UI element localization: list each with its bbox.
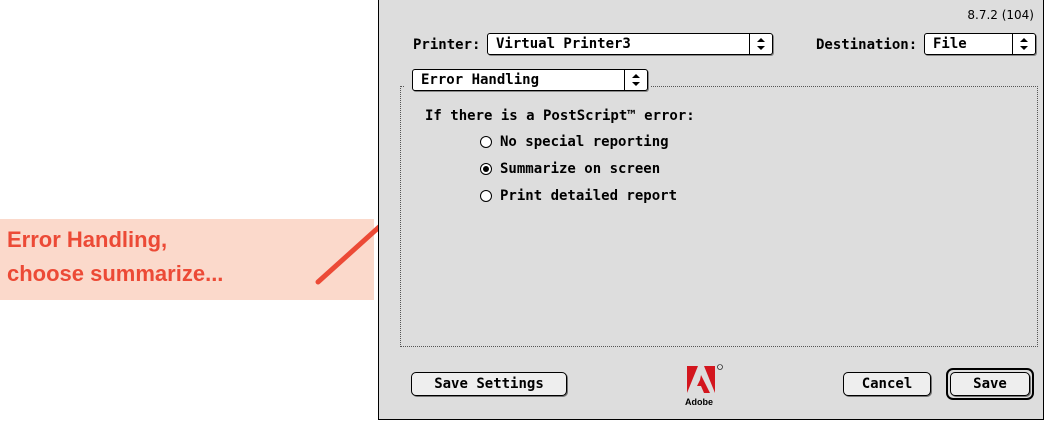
radio-button-selected[interactable]	[480, 163, 492, 175]
version-label: 8.7.2 (104)	[967, 8, 1034, 22]
printer-value: Virtual Printer3	[496, 36, 631, 52]
svg-text:Adobe: Adobe	[685, 397, 713, 407]
cancel-button[interactable]: Cancel	[843, 372, 931, 396]
radio-label: Print detailed report	[500, 188, 678, 204]
options-group	[400, 86, 1038, 347]
popup-arrows-icon	[1012, 34, 1035, 54]
radio-button[interactable]	[480, 190, 492, 202]
printer-label: Printer:	[413, 37, 481, 53]
radio-button[interactable]	[480, 136, 492, 148]
destination-label: Destination:	[816, 37, 918, 53]
popup-arrows-icon	[749, 34, 772, 54]
question-label: If there is a PostScript™ error:	[425, 108, 695, 124]
destination-value: File	[933, 36, 967, 52]
annotation-callout: Error Handling, choose summarize...	[0, 219, 374, 300]
radio-label: No special reporting	[500, 134, 669, 150]
save-button[interactable]: Save	[950, 372, 1030, 396]
annotation-line-2: choose summarize...	[7, 261, 224, 286]
popup-arrows-icon	[624, 70, 647, 90]
section-value: Error Handling	[421, 72, 540, 88]
print-dialog: 8.7.2 (104) Printer: Virtual Printer3 De…	[378, 0, 1044, 420]
adobe-logo: Adobe	[685, 364, 723, 407]
printer-popup[interactable]: Virtual Printer3	[487, 33, 773, 55]
radio-label: Summarize on screen	[500, 161, 661, 177]
save-settings-button[interactable]: Save Settings	[411, 372, 567, 396]
destination-popup[interactable]: File	[924, 33, 1036, 55]
section-popup[interactable]: Error Handling	[412, 69, 648, 91]
annotation-line-1: Error Handling,	[7, 227, 168, 252]
